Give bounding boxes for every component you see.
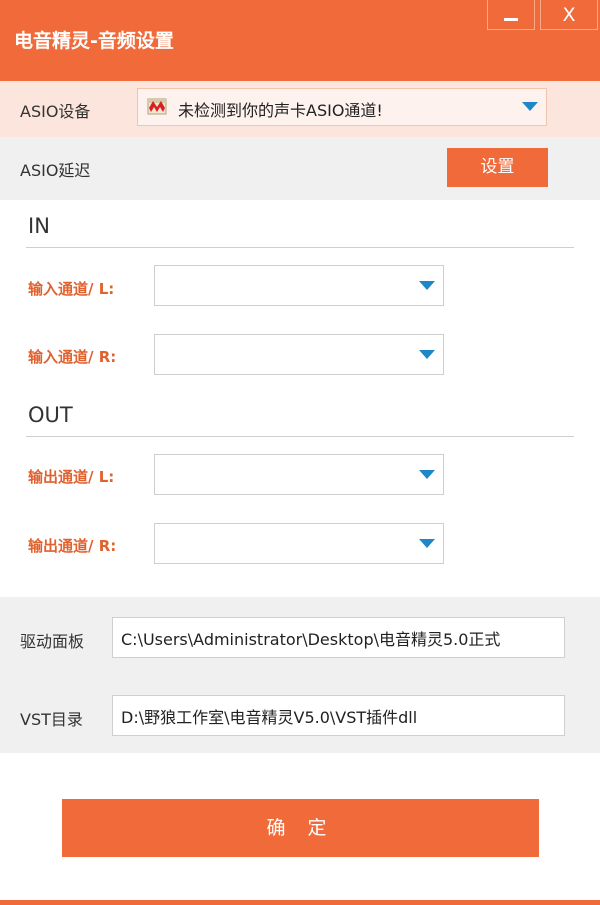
input-left-label: 输入通道/ L: bbox=[28, 280, 115, 298]
out-divider bbox=[26, 436, 574, 437]
output-right-label: 输出通道/ R: bbox=[28, 537, 117, 555]
close-icon: X bbox=[562, 4, 576, 26]
output-right-dropdown[interactable] bbox=[154, 523, 444, 564]
chevron-down-icon bbox=[419, 539, 435, 548]
window-title: 电音精灵-音频设置 bbox=[14, 30, 174, 52]
title-bar: 电音精灵-音频设置 X bbox=[0, 0, 600, 81]
chevron-down-icon bbox=[522, 102, 538, 111]
input-right-dropdown[interactable] bbox=[154, 334, 444, 375]
bottom-accent-line bbox=[0, 900, 600, 905]
vst-directory-path-field[interactable] bbox=[112, 695, 565, 736]
chevron-down-icon bbox=[419, 281, 435, 290]
vst-directory-label: VST目录 bbox=[20, 710, 83, 729]
sound-card-warning-icon bbox=[147, 98, 167, 115]
chevron-down-icon bbox=[419, 350, 435, 359]
minimize-button[interactable] bbox=[487, 0, 535, 30]
driver-panel-label: 驱动面板 bbox=[20, 632, 85, 651]
minimize-icon bbox=[504, 18, 518, 21]
asio-delay-label: ASIO延迟 bbox=[20, 161, 91, 180]
close-button[interactable]: X bbox=[540, 0, 598, 30]
confirm-button[interactable]: 确 定 bbox=[62, 799, 539, 857]
in-divider bbox=[26, 247, 574, 248]
output-left-label: 输出通道/ L: bbox=[28, 468, 115, 486]
input-left-dropdown[interactable] bbox=[154, 265, 444, 306]
in-section-title: IN bbox=[28, 214, 50, 238]
driver-panel-path-field[interactable] bbox=[112, 617, 565, 658]
chevron-down-icon bbox=[419, 470, 435, 479]
settings-button[interactable]: 设置 bbox=[447, 148, 548, 187]
asio-device-select[interactable]: 未检测到你的声卡ASIO通道! bbox=[137, 88, 547, 126]
asio-device-value: 未检测到你的声卡ASIO通道! bbox=[178, 101, 383, 120]
out-section-title: OUT bbox=[28, 403, 73, 427]
output-left-dropdown[interactable] bbox=[154, 454, 444, 495]
input-right-label: 输入通道/ R: bbox=[28, 348, 117, 366]
asio-device-label: ASIO设备 bbox=[20, 102, 91, 121]
